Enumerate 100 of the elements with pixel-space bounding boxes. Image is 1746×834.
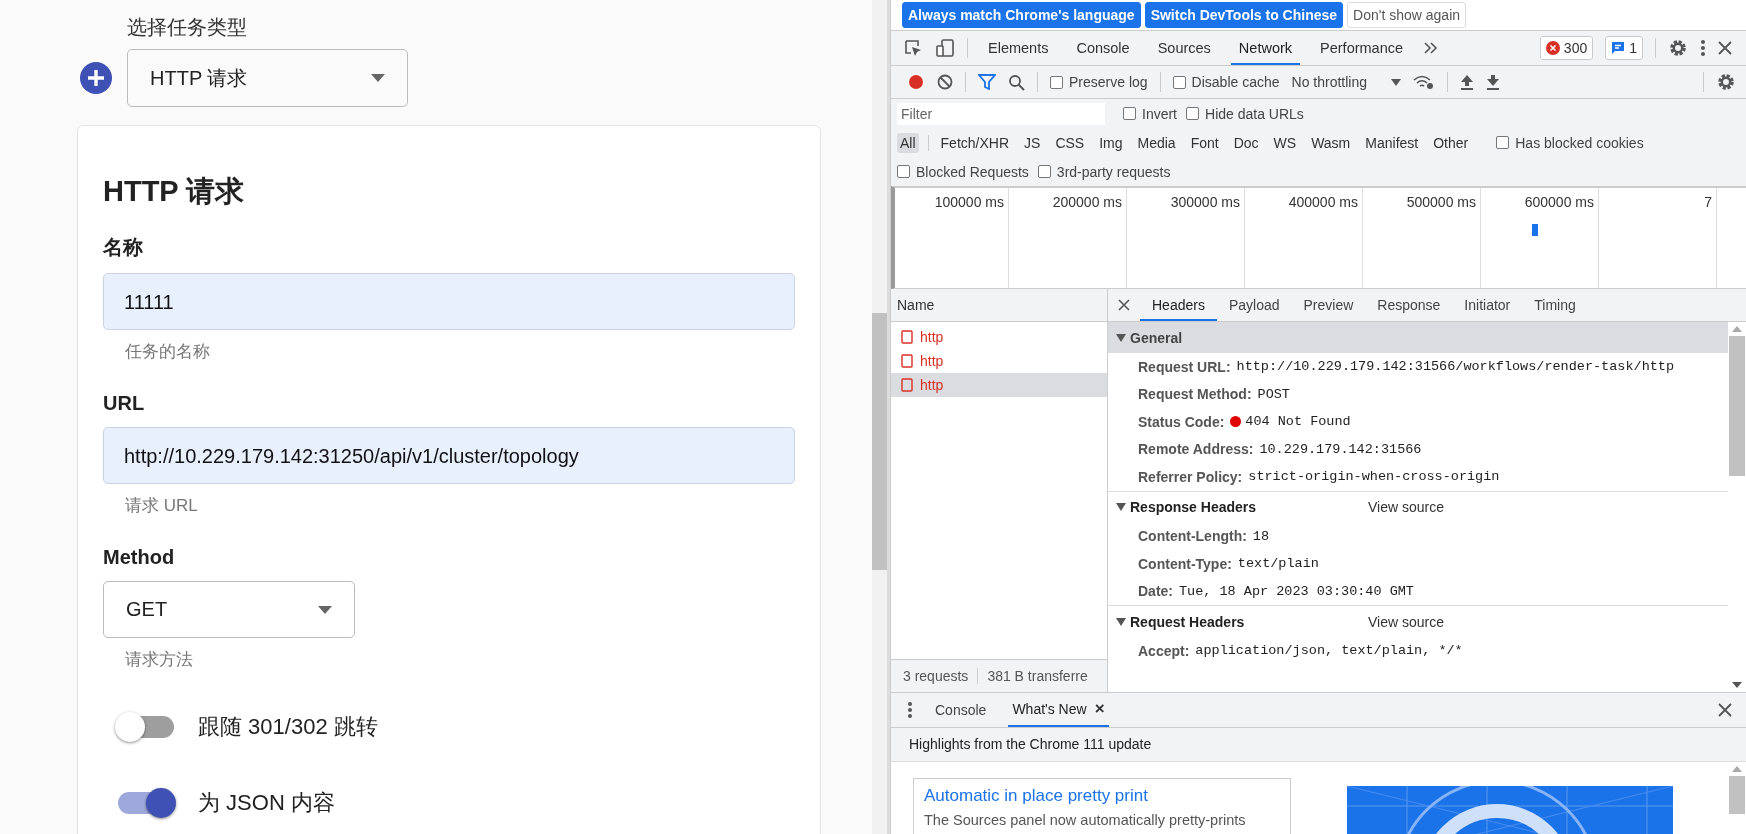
search-icon[interactable]: [1008, 73, 1025, 91]
type-filter[interactable]: Img: [1096, 132, 1126, 153]
network-conditions-icon[interactable]: [1413, 74, 1435, 90]
filter-field[interactable]: Filter: [897, 102, 1105, 125]
section-header[interactable]: Response Headers View source: [1108, 490, 1728, 523]
input-field[interactable]: 11111: [103, 273, 795, 330]
header-name: Accept:: [1138, 642, 1190, 659]
language-button[interactable]: Always match Chrome's language: [902, 2, 1141, 28]
settings-icon[interactable]: [1716, 72, 1736, 92]
news-text: The Sources panel now automatically pretty-prints: [924, 812, 1247, 828]
detail-tab[interactable]: Timing: [1522, 289, 1588, 321]
error-icon[interactable]: [1545, 41, 1560, 55]
timeline-tick-label: 200000 ms: [1052, 194, 1122, 210]
settings-icon[interactable]: [1668, 38, 1688, 58]
inspect-element-icon[interactable]: [903, 38, 923, 58]
document-icon[interactable]: [901, 354, 913, 368]
throttling-select[interactable]: No throttling: [1291, 74, 1401, 90]
panel-tab[interactable]: Performance: [1312, 31, 1412, 65]
panel-tab[interactable]: Sources: [1149, 31, 1219, 65]
type-filter[interactable]: WS: [1270, 132, 1300, 153]
dropdown-caret-icon[interactable]: [371, 74, 385, 82]
dropdown-caret-icon[interactable]: [1391, 78, 1401, 86]
download-icon[interactable]: [1486, 74, 1500, 90]
scrollbar-thumb[interactable]: [872, 313, 887, 570]
type-filter[interactable]: Media: [1134, 132, 1179, 153]
expand-arrow-icon[interactable]: [1116, 333, 1126, 342]
more-options-icon[interactable]: [1700, 39, 1706, 57]
filter-icon[interactable]: [978, 74, 996, 90]
method-select[interactable]: GET: [103, 581, 355, 638]
section-header[interactable]: General: [1108, 322, 1728, 353]
field-label: URL: [103, 392, 146, 415]
checkbox[interactable]: 3rd-party requests: [1037, 163, 1171, 180]
type-filter[interactable]: JS: [1021, 132, 1044, 153]
header-name: Status Code:: [1138, 413, 1225, 430]
checkbox[interactable]: Invert: [1123, 105, 1177, 122]
request-name: http: [920, 353, 944, 369]
task-type-select[interactable]: HTTP 请求: [127, 49, 408, 107]
language-button[interactable]: Switch DevTools to Chinese: [1144, 2, 1344, 28]
checkbox[interactable]: Has blocked cookies: [1496, 134, 1644, 151]
type-filter[interactable]: CSS: [1052, 132, 1088, 153]
news-title-link[interactable]: Automatic in place pretty print: [924, 786, 1280, 806]
clear-icon[interactable]: [937, 74, 953, 90]
timeline-tick-label: 100000 ms: [934, 194, 1004, 210]
request-bar: [1532, 224, 1538, 236]
request-row[interactable]: http: [891, 325, 1107, 349]
document-icon[interactable]: [901, 378, 913, 392]
helper-text: 请求方法: [125, 649, 194, 671]
message-count-badge[interactable]: 1: [1605, 36, 1643, 60]
header-name: Request URL:: [1138, 358, 1231, 375]
type-filter[interactable]: Other: [1430, 132, 1472, 153]
header-name: Remote Address:: [1138, 441, 1254, 458]
header-name: Content-Type:: [1138, 555, 1232, 572]
view-source-link[interactable]: View source: [1368, 499, 1728, 515]
view-source-link[interactable]: View source: [1368, 613, 1728, 630]
header-value: 404 Not Found: [1245, 414, 1351, 430]
close-icon[interactable]: [1718, 703, 1732, 717]
scroll-down-icon[interactable]: [1732, 682, 1742, 688]
type-filter[interactable]: Font: [1187, 132, 1222, 153]
card-title: HTTP 请求: [103, 174, 246, 209]
record-icon[interactable]: [907, 73, 925, 91]
header-value: text/plain: [1237, 556, 1319, 572]
news-card[interactable]: Automatic in place pretty print The Sources panel now automatically pretty-prints: [913, 778, 1291, 834]
type-filter[interactable]: Wasm: [1308, 132, 1354, 153]
type-filter[interactable]: Manifest: [1362, 132, 1422, 153]
message-icon[interactable]: [1611, 41, 1626, 55]
more-tabs-icon[interactable]: [1423, 41, 1440, 55]
detail-tab[interactable]: Initiator: [1452, 289, 1523, 321]
device-toolbar-icon[interactable]: [935, 38, 955, 58]
checkbox[interactable]: Preserve log: [1050, 74, 1148, 90]
close-icon[interactable]: [1718, 41, 1732, 55]
document-icon[interactable]: [901, 330, 913, 344]
dismiss-button[interactable]: Don't show again: [1347, 2, 1467, 28]
add-icon[interactable]: [80, 62, 112, 94]
column-header[interactable]: Name: [891, 289, 1107, 322]
detail-tab[interactable]: Payload: [1216, 289, 1292, 321]
expand-arrow-icon[interactable]: [1116, 617, 1126, 626]
section-header[interactable]: Request Headers View source: [1108, 605, 1728, 637]
close-tab-button[interactable]: ×: [1094, 699, 1105, 719]
error-count-badge[interactable]: 300: [1539, 36, 1594, 60]
detail-tab[interactable]: Response: [1365, 289, 1453, 321]
dropdown-caret-icon[interactable]: [318, 605, 332, 614]
detail-tab[interactable]: Preview: [1291, 289, 1366, 321]
panel-tab[interactable]: Elements: [980, 31, 1057, 65]
more-options-icon[interactable]: [907, 701, 913, 719]
type-filter[interactable]: Fetch/XHR: [937, 132, 1013, 153]
scrollbar-thumb[interactable]: [1729, 336, 1745, 476]
checkbox[interactable]: Hide data URLs: [1186, 105, 1304, 122]
input-field[interactable]: http://10.229.179.142:31250/api/v1/cluster/topology: [103, 427, 795, 484]
scrollbar-thumb[interactable]: [1729, 776, 1745, 814]
type-filter[interactable]: All: [897, 132, 919, 153]
checkbox[interactable]: Blocked Requests: [897, 163, 1029, 180]
expand-arrow-icon[interactable]: [1116, 503, 1126, 511]
type-filter[interactable]: Doc: [1230, 132, 1262, 153]
request-row[interactable]: http: [891, 349, 1107, 373]
upload-icon[interactable]: [1460, 74, 1474, 90]
panel-tab[interactable]: Console: [1068, 31, 1138, 65]
close-icon[interactable]: [1118, 299, 1130, 311]
checkbox[interactable]: Disable cache: [1172, 74, 1280, 90]
drawer-tab[interactable]: Console: [931, 693, 991, 727]
field-label: Method: [103, 546, 176, 569]
